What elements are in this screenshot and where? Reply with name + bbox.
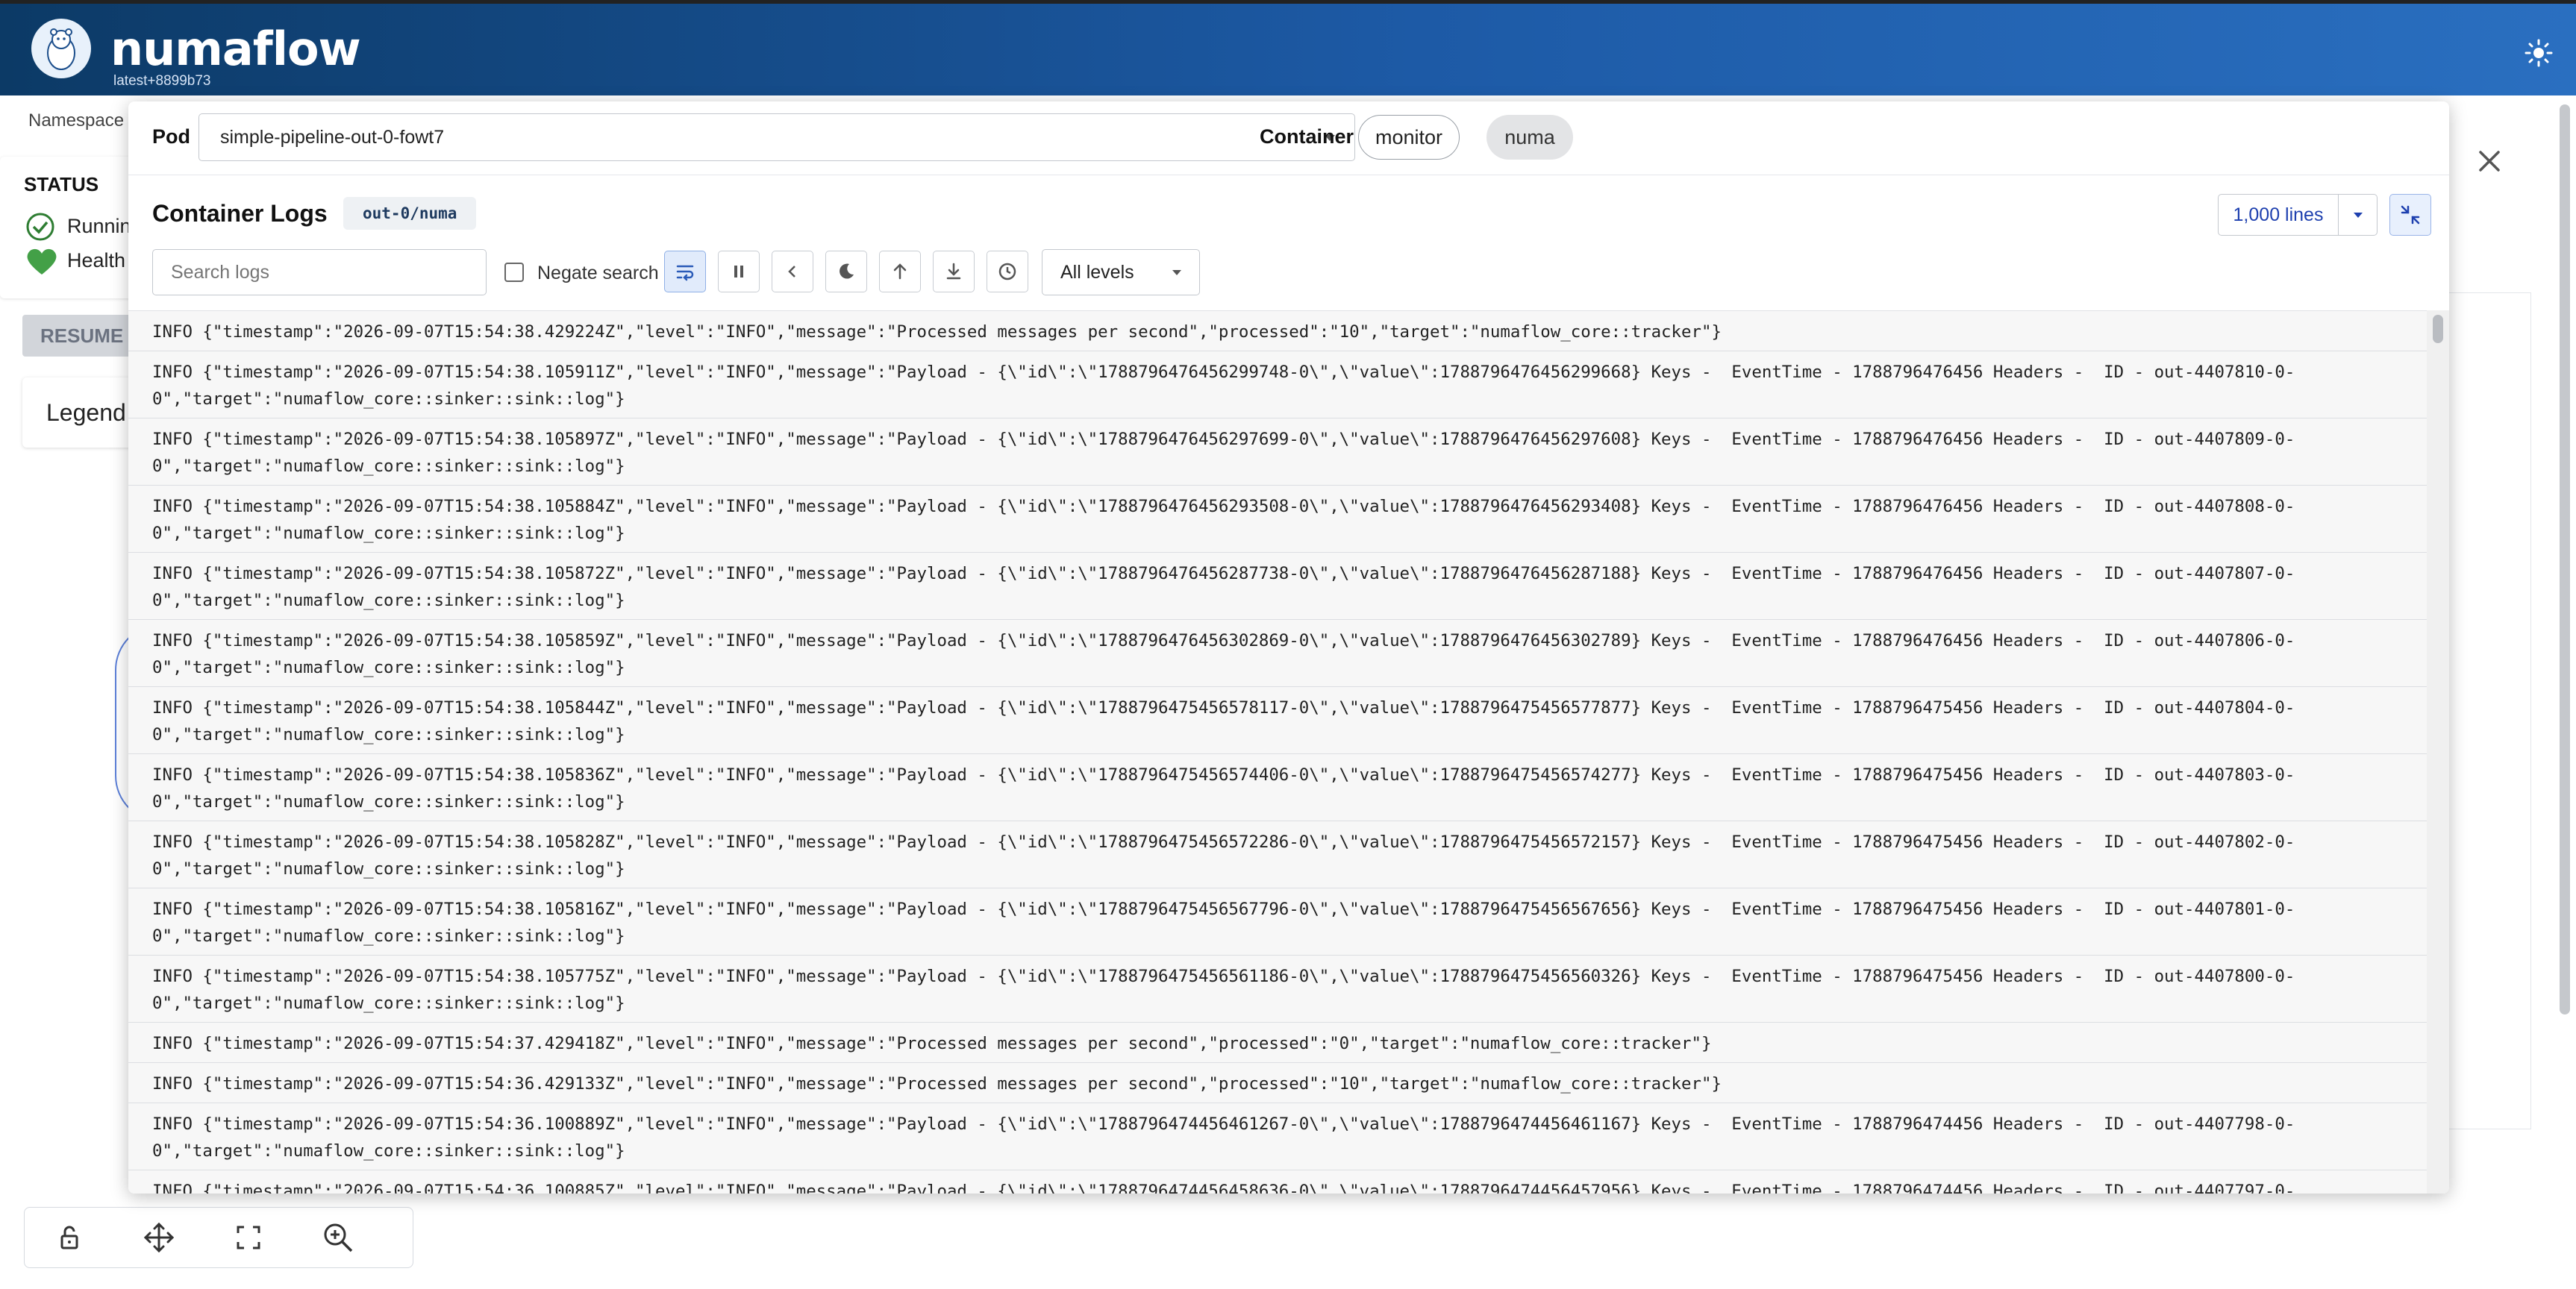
clock-icon[interactable] bbox=[987, 251, 1028, 292]
fit-view-icon[interactable] bbox=[204, 1208, 293, 1267]
log-line: INFO {"timestamp":"2026-09-07T15:54:37.4… bbox=[128, 1023, 2427, 1063]
collapse-icon[interactable] bbox=[2389, 194, 2431, 236]
app-version: latest+8899b73 bbox=[113, 73, 211, 89]
log-line: INFO {"timestamp":"2026-09-07T15:54:38.1… bbox=[128, 418, 2427, 486]
close-icon[interactable] bbox=[2475, 146, 2504, 176]
search-logs-input[interactable] bbox=[152, 249, 487, 295]
graph-toolbar bbox=[24, 1207, 413, 1268]
chevron-down-icon bbox=[1172, 270, 1181, 275]
page-scrollbar[interactable] bbox=[2560, 104, 2570, 1014]
container-chip-numa[interactable]: numa bbox=[1486, 115, 1573, 160]
zoom-in-icon[interactable] bbox=[293, 1208, 383, 1267]
lines-count-button[interactable]: 1,000 lines bbox=[2218, 194, 2339, 236]
logs-container-tag: out-0/numa bbox=[343, 197, 477, 230]
log-line: INFO {"timestamp":"2026-09-07T15:54:38.1… bbox=[128, 351, 2427, 418]
log-line: INFO {"timestamp":"2026-09-07T15:54:36.1… bbox=[128, 1170, 2427, 1194]
resume-button[interactable]: RESUME bbox=[22, 315, 142, 357]
download-icon[interactable] bbox=[933, 251, 975, 292]
heart-icon bbox=[25, 246, 58, 280]
negate-search-checkbox[interactable] bbox=[504, 263, 524, 282]
container-chip-monitor[interactable]: monitor bbox=[1358, 115, 1460, 160]
log-line: INFO {"timestamp":"2026-09-07T15:54:38.1… bbox=[128, 486, 2427, 553]
log-scrollbar-thumb[interactable] bbox=[2433, 315, 2443, 343]
log-line: INFO {"timestamp":"2026-09-07T15:54:38.1… bbox=[128, 956, 2427, 1023]
log-line: INFO {"timestamp":"2026-09-07T15:54:38.1… bbox=[128, 888, 2427, 956]
moon-icon[interactable] bbox=[825, 251, 867, 292]
pod-label: Pod bbox=[152, 125, 190, 148]
logo-icon bbox=[31, 19, 91, 78]
status-title: STATUS bbox=[24, 173, 99, 195]
chevron-left-icon[interactable] bbox=[772, 251, 813, 292]
container-label: Container bbox=[1260, 125, 1354, 148]
lines-dropdown-button[interactable] bbox=[2339, 194, 2378, 236]
lock-icon[interactable] bbox=[25, 1208, 114, 1267]
pod-row: Pod simple-pipeline-out-0-fowt7 Containe… bbox=[128, 101, 2449, 175]
log-level-value: All levels bbox=[1060, 262, 1134, 283]
move-icon[interactable] bbox=[114, 1208, 204, 1267]
pod-select-value: simple-pipeline-out-0-fowt7 bbox=[220, 127, 445, 148]
log-line: INFO {"timestamp":"2026-09-07T15:54:38.1… bbox=[128, 687, 2427, 754]
app-header: numaflow latest+8899b73 bbox=[0, 0, 2576, 95]
log-line: INFO {"timestamp":"2026-09-07T15:54:38.1… bbox=[128, 553, 2427, 620]
chevron-down-icon bbox=[2354, 213, 2363, 218]
log-line: INFO {"timestamp":"2026-09-07T15:54:38.1… bbox=[128, 821, 2427, 888]
check-circle-icon bbox=[25, 212, 55, 245]
log-line: INFO {"timestamp":"2026-09-07T15:54:38.4… bbox=[128, 311, 2427, 351]
pod-select[interactable]: simple-pipeline-out-0-fowt7 bbox=[198, 113, 1355, 161]
log-scrollbar-track[interactable] bbox=[2427, 310, 2449, 1194]
brand-name: numaflow bbox=[110, 22, 361, 76]
sun-icon[interactable] bbox=[2524, 38, 2554, 68]
status-healthy: Health bbox=[67, 249, 126, 272]
log-line: INFO {"timestamp":"2026-09-07T15:54:36.1… bbox=[128, 1103, 2427, 1170]
wrap-lines-icon[interactable] bbox=[664, 251, 706, 292]
arrow-up-icon[interactable] bbox=[879, 251, 921, 292]
status-running: Runnin bbox=[67, 215, 131, 237]
logs-modal: Pod simple-pipeline-out-0-fowt7 Containe… bbox=[128, 101, 2449, 1194]
namespace-label: Namespace bbox=[28, 110, 125, 131]
logs-title: Container Logs bbox=[152, 200, 328, 227]
log-list: INFO {"timestamp":"2026-09-07T15:54:38.4… bbox=[128, 310, 2427, 1194]
log-line: INFO {"timestamp":"2026-09-07T15:54:38.1… bbox=[128, 754, 2427, 821]
negate-search-label: Negate search bbox=[537, 263, 659, 283]
log-line: INFO {"timestamp":"2026-09-07T15:54:36.4… bbox=[128, 1063, 2427, 1103]
pause-icon[interactable] bbox=[718, 251, 760, 292]
log-line: INFO {"timestamp":"2026-09-07T15:54:38.1… bbox=[128, 620, 2427, 687]
log-level-select[interactable]: All levels bbox=[1042, 249, 1200, 295]
